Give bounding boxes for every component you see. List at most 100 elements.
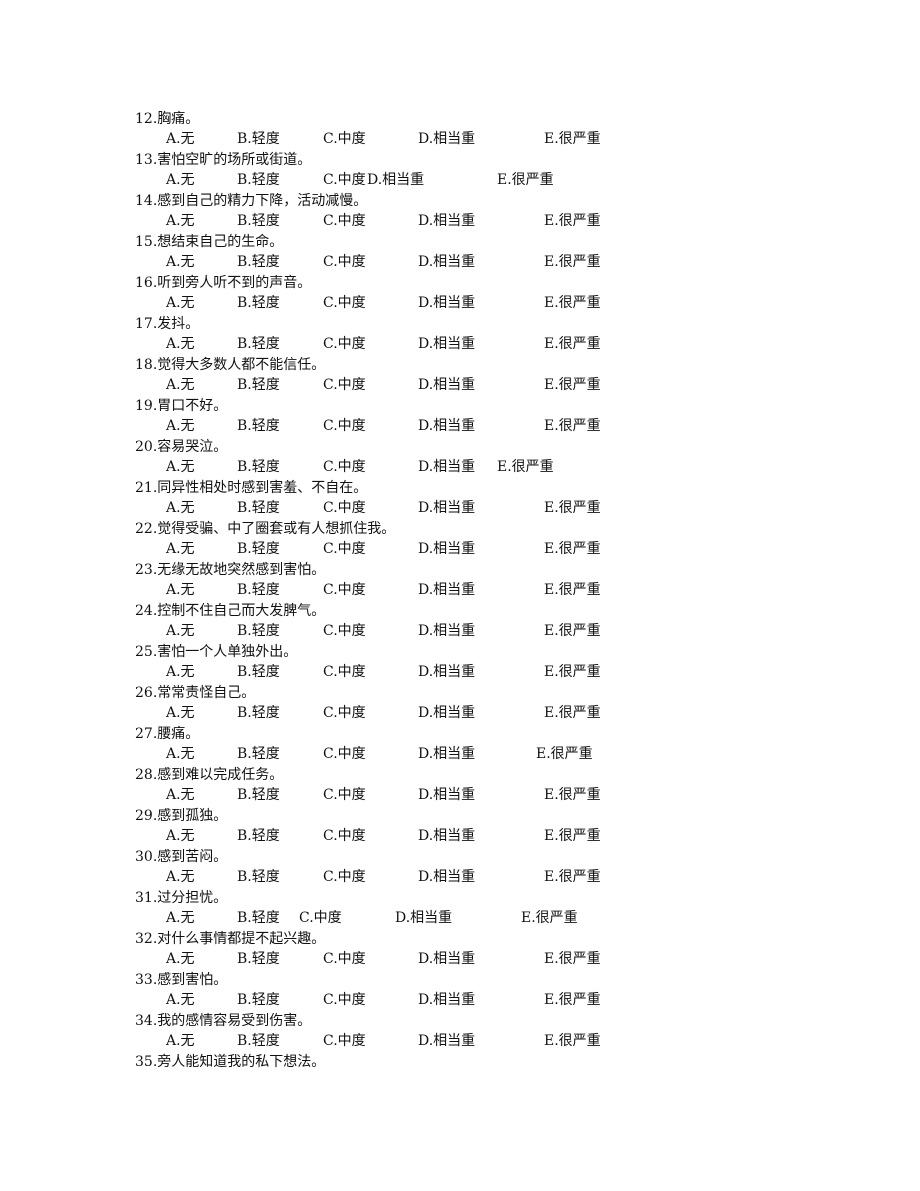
option-e[interactable]: E.很严重	[544, 416, 601, 436]
option-a[interactable]: A.无	[166, 457, 195, 477]
option-a[interactable]: A.无	[166, 662, 195, 682]
option-c[interactable]: C.中度	[323, 170, 366, 190]
option-d[interactable]: D.相当重	[418, 457, 475, 477]
option-e[interactable]: E.很严重	[544, 211, 601, 231]
option-d[interactable]: D.相当重	[418, 129, 475, 149]
option-e[interactable]: E.很严重	[544, 990, 601, 1010]
option-d[interactable]: D.相当重	[418, 252, 475, 272]
option-d[interactable]: D.相当重	[418, 990, 475, 1010]
option-d[interactable]: D.相当重	[418, 703, 475, 723]
option-c[interactable]: C.中度	[323, 334, 366, 354]
option-c[interactable]: C.中度	[323, 580, 366, 600]
option-c[interactable]: C.中度	[323, 129, 366, 149]
option-d[interactable]: D.相当重	[418, 211, 475, 231]
option-d[interactable]: D.相当重	[395, 908, 452, 928]
option-d[interactable]: D.相当重	[418, 416, 475, 436]
option-c[interactable]: C.中度	[323, 990, 366, 1010]
option-d[interactable]: D.相当重	[418, 580, 475, 600]
option-c[interactable]: C.中度	[323, 703, 366, 723]
option-a[interactable]: A.无	[166, 293, 195, 313]
option-e[interactable]: E.很严重	[544, 785, 601, 805]
option-c[interactable]: C.中度	[323, 621, 366, 641]
option-b[interactable]: B.轻度	[237, 498, 280, 518]
option-c[interactable]: C.中度	[323, 293, 366, 313]
option-e[interactable]: E.很严重	[544, 498, 601, 518]
option-c[interactable]: C.中度	[323, 498, 366, 518]
option-a[interactable]: A.无	[166, 826, 195, 846]
option-a[interactable]: A.无	[166, 211, 195, 231]
option-e[interactable]: E.很严重	[544, 621, 601, 641]
option-a[interactable]: A.无	[166, 498, 195, 518]
option-c[interactable]: C.中度	[323, 867, 366, 887]
option-d[interactable]: D.相当重	[418, 334, 475, 354]
option-b[interactable]: B.轻度	[237, 621, 280, 641]
option-b[interactable]: B.轻度	[237, 334, 280, 354]
option-c[interactable]: C.中度	[299, 908, 342, 928]
option-e[interactable]: E.很严重	[536, 744, 593, 764]
option-e[interactable]: E.很严重	[544, 293, 601, 313]
option-e[interactable]: E.很严重	[544, 539, 601, 559]
option-e[interactable]: E.很严重	[544, 334, 601, 354]
option-d[interactable]: D.相当重	[418, 662, 475, 682]
option-d[interactable]: D.相当重	[418, 621, 475, 641]
option-b[interactable]: B.轻度	[237, 867, 280, 887]
option-a[interactable]: A.无	[166, 990, 195, 1010]
option-c[interactable]: C.中度	[323, 252, 366, 272]
option-a[interactable]: A.无	[166, 416, 195, 436]
option-b[interactable]: B.轻度	[237, 826, 280, 846]
option-a[interactable]: A.无	[166, 580, 195, 600]
option-a[interactable]: A.无	[166, 539, 195, 559]
option-b[interactable]: B.轻度	[237, 293, 280, 313]
option-a[interactable]: A.无	[166, 785, 195, 805]
option-c[interactable]: C.中度	[323, 375, 366, 395]
option-a[interactable]: A.无	[166, 744, 195, 764]
option-e[interactable]: E.很严重	[544, 375, 601, 395]
option-c[interactable]: C.中度	[323, 949, 366, 969]
option-b[interactable]: B.轻度	[237, 990, 280, 1010]
option-b[interactable]: B.轻度	[237, 129, 280, 149]
option-d[interactable]: D.相当重	[418, 867, 475, 887]
option-b[interactable]: B.轻度	[237, 703, 280, 723]
option-b[interactable]: B.轻度	[237, 539, 280, 559]
option-e[interactable]: E.很严重	[544, 826, 601, 846]
option-b[interactable]: B.轻度	[237, 416, 280, 436]
option-b[interactable]: B.轻度	[237, 744, 280, 764]
option-a[interactable]: A.无	[166, 703, 195, 723]
option-d[interactable]: D.相当重	[418, 785, 475, 805]
option-b[interactable]: B.轻度	[237, 375, 280, 395]
option-c[interactable]: C.中度	[323, 539, 366, 559]
option-b[interactable]: B.轻度	[237, 580, 280, 600]
option-b[interactable]: B.轻度	[237, 949, 280, 969]
option-e[interactable]: E.很严重	[521, 908, 578, 928]
option-a[interactable]: A.无	[166, 1031, 195, 1051]
option-d[interactable]: D.相当重	[367, 170, 424, 190]
option-d[interactable]: D.相当重	[418, 293, 475, 313]
option-d[interactable]: D.相当重	[418, 744, 475, 764]
option-c[interactable]: C.中度	[323, 1031, 366, 1051]
option-a[interactable]: A.无	[166, 908, 195, 928]
option-d[interactable]: D.相当重	[418, 826, 475, 846]
option-b[interactable]: B.轻度	[237, 785, 280, 805]
option-b[interactable]: B.轻度	[237, 662, 280, 682]
option-e[interactable]: E.很严重	[544, 662, 601, 682]
option-a[interactable]: A.无	[166, 867, 195, 887]
option-e[interactable]: E.很严重	[544, 867, 601, 887]
option-c[interactable]: C.中度	[323, 662, 366, 682]
option-a[interactable]: A.无	[166, 170, 195, 190]
option-d[interactable]: D.相当重	[418, 498, 475, 518]
option-c[interactable]: C.中度	[323, 211, 366, 231]
option-b[interactable]: B.轻度	[237, 170, 280, 190]
option-a[interactable]: A.无	[166, 949, 195, 969]
option-b[interactable]: B.轻度	[237, 252, 280, 272]
option-b[interactable]: B.轻度	[237, 908, 280, 928]
option-e[interactable]: E.很严重	[544, 949, 601, 969]
option-c[interactable]: C.中度	[323, 416, 366, 436]
option-c[interactable]: C.中度	[323, 826, 366, 846]
option-b[interactable]: B.轻度	[237, 211, 280, 231]
option-d[interactable]: D.相当重	[418, 949, 475, 969]
option-d[interactable]: D.相当重	[418, 375, 475, 395]
option-e[interactable]: E.很严重	[544, 252, 601, 272]
option-e[interactable]: E.很严重	[497, 170, 554, 190]
option-e[interactable]: E.很严重	[544, 580, 601, 600]
option-a[interactable]: A.无	[166, 375, 195, 395]
